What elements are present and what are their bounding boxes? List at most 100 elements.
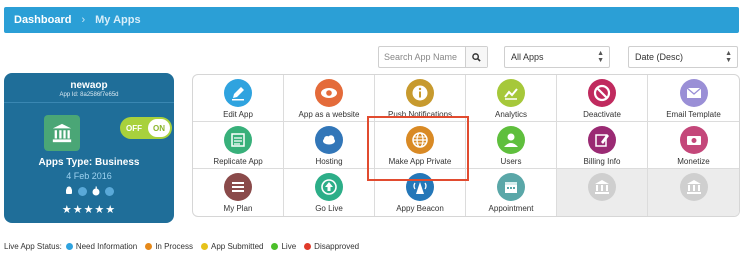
toggle-off-label: OFF <box>126 123 142 133</box>
bank-icon <box>52 123 72 143</box>
legend-label: Disapproved <box>314 242 360 251</box>
legend-item: Live <box>271 242 296 251</box>
tile-my-plan[interactable]: My Plan <box>193 169 284 216</box>
bank-icon <box>588 173 616 201</box>
envelope-icon <box>679 79 708 107</box>
copy-icon <box>224 126 252 154</box>
ban-icon <box>588 79 616 107</box>
sort-value: Date (Desc) <box>635 52 684 62</box>
app-card: newaop App Id: 8a2586f7e65d OFF ON Apps … <box>4 73 174 223</box>
legend-label: Live <box>281 242 297 251</box>
legend-dot-icon <box>145 243 153 250</box>
tile-hosting[interactable]: Hosting <box>284 122 375 169</box>
publish-toggle[interactable]: OFF ON <box>120 117 172 139</box>
tile-go-live[interactable]: Go Live <box>284 169 375 216</box>
platform-icons <box>4 186 174 196</box>
legend-label: In Process <box>155 242 193 251</box>
breadcrumb-current: My Apps <box>95 14 141 26</box>
cloud-icon <box>315 126 343 154</box>
bank-icon <box>679 173 708 201</box>
status-legend: Live App Status: Need Information In Proc… <box>4 242 363 251</box>
pencil-icon <box>224 79 252 107</box>
tile-label: Analytics <box>494 110 527 119</box>
legend-item: Need Information <box>65 242 138 251</box>
app-actions-grid: Edit App App as a website Push Notificatio… <box>192 74 740 217</box>
sort-select[interactable]: Date (Desc) ▲ ▼ <box>628 46 738 68</box>
search-box <box>378 46 488 68</box>
tile-replicate-app[interactable]: Replicate App <box>193 122 284 169</box>
tile-appointment[interactable]: Appointment <box>466 169 557 216</box>
tile-empty-slot-17 <box>648 169 739 216</box>
edit-icon <box>588 126 616 154</box>
breadcrumb-dashboard-link[interactable]: Dashboard <box>14 14 71 26</box>
breadcrumb-separator-icon: › <box>81 14 86 26</box>
globe-icon <box>406 126 434 154</box>
info-icon <box>406 79 434 107</box>
tile-label: Appointment <box>488 204 534 213</box>
legend-dot-icon <box>271 243 279 250</box>
tile-label: Hosting <box>315 157 343 166</box>
search-input[interactable] <box>379 47 465 67</box>
card-divider <box>4 102 174 103</box>
tile-label: Users <box>500 157 522 166</box>
tile-label: Deactivate <box>583 110 621 119</box>
legend-dot-icon <box>201 243 208 250</box>
toggle-on-label: ON <box>148 119 170 137</box>
tile-analytics[interactable]: Analytics <box>466 75 557 122</box>
status-dot-icon <box>78 186 87 196</box>
legend-item: In Process <box>145 242 193 251</box>
app-id: App Id: 8a2586f7e65d <box>59 92 119 98</box>
legend-label: App Submitted <box>211 242 264 251</box>
tile-appy-beacon[interactable]: Appy Beacon <box>375 169 466 216</box>
tile-deactivate[interactable]: Deactivate <box>557 75 648 122</box>
search-icon <box>472 52 481 62</box>
calendar-icon <box>497 173 525 201</box>
tile-label: Billing Info <box>583 157 621 166</box>
tile-make-app-private[interactable]: Make App Private <box>375 122 466 169</box>
app-logo <box>44 115 80 151</box>
tile-push-notifications[interactable]: Push Notifications <box>375 75 466 122</box>
list-icon <box>224 173 252 201</box>
tile-label: My Plan <box>223 204 253 213</box>
eye-icon <box>315 79 343 107</box>
tile-users[interactable]: Users <box>466 122 557 169</box>
legend-dot-icon <box>65 243 73 250</box>
tile-label: App as a website <box>298 110 360 119</box>
tile-email-template[interactable]: Email Template <box>648 75 739 122</box>
search-button[interactable] <box>465 47 487 67</box>
legend-label: Need Information <box>75 242 138 251</box>
tile-label: Monetize <box>677 157 710 166</box>
tile-label: Make App Private <box>388 157 452 166</box>
app-filter-select[interactable]: All Apps ▲ ▼ <box>504 46 610 68</box>
money-icon <box>679 126 708 154</box>
rating-stars: ★★★★★ <box>61 204 117 216</box>
app-name: newaop <box>70 80 108 91</box>
app-filter-value: All Apps <box>511 52 544 62</box>
tile-label: Push Notifications <box>387 110 453 119</box>
select-caret-icon: ▲ ▼ <box>725 50 732 64</box>
tile-label: Email Template <box>666 110 721 119</box>
select-caret-icon: ▲ ▼ <box>597 50 604 64</box>
legend-item: App Submitted <box>201 242 263 251</box>
breadcrumb: Dashboard › My Apps <box>4 7 739 33</box>
tile-label: Edit App <box>223 110 253 119</box>
user-icon <box>497 126 525 154</box>
legend-title: Live App Status: <box>4 242 62 251</box>
apps-type: Apps Type: Business <box>38 157 140 168</box>
beacon-icon <box>406 173 434 201</box>
apple-icon <box>91 186 101 196</box>
android-icon <box>64 186 74 196</box>
tile-label: Go Live <box>315 204 343 213</box>
tile-empty-slot-16 <box>557 169 648 216</box>
legend-item: Disapproved <box>304 242 359 251</box>
app-date: 4 Feb 2016 <box>66 171 112 181</box>
legend-dot-icon <box>304 243 312 250</box>
tile-monetize[interactable]: Monetize <box>648 122 739 169</box>
chart-icon <box>497 79 525 107</box>
tile-app-as-a-website[interactable]: App as a website <box>284 75 375 122</box>
upload-icon <box>315 173 343 201</box>
tile-billing-info[interactable]: Billing Info <box>557 122 648 169</box>
tile-edit-app[interactable]: Edit App <box>193 75 284 122</box>
status-dot-icon <box>105 186 114 196</box>
tile-label: Replicate App <box>213 157 263 166</box>
